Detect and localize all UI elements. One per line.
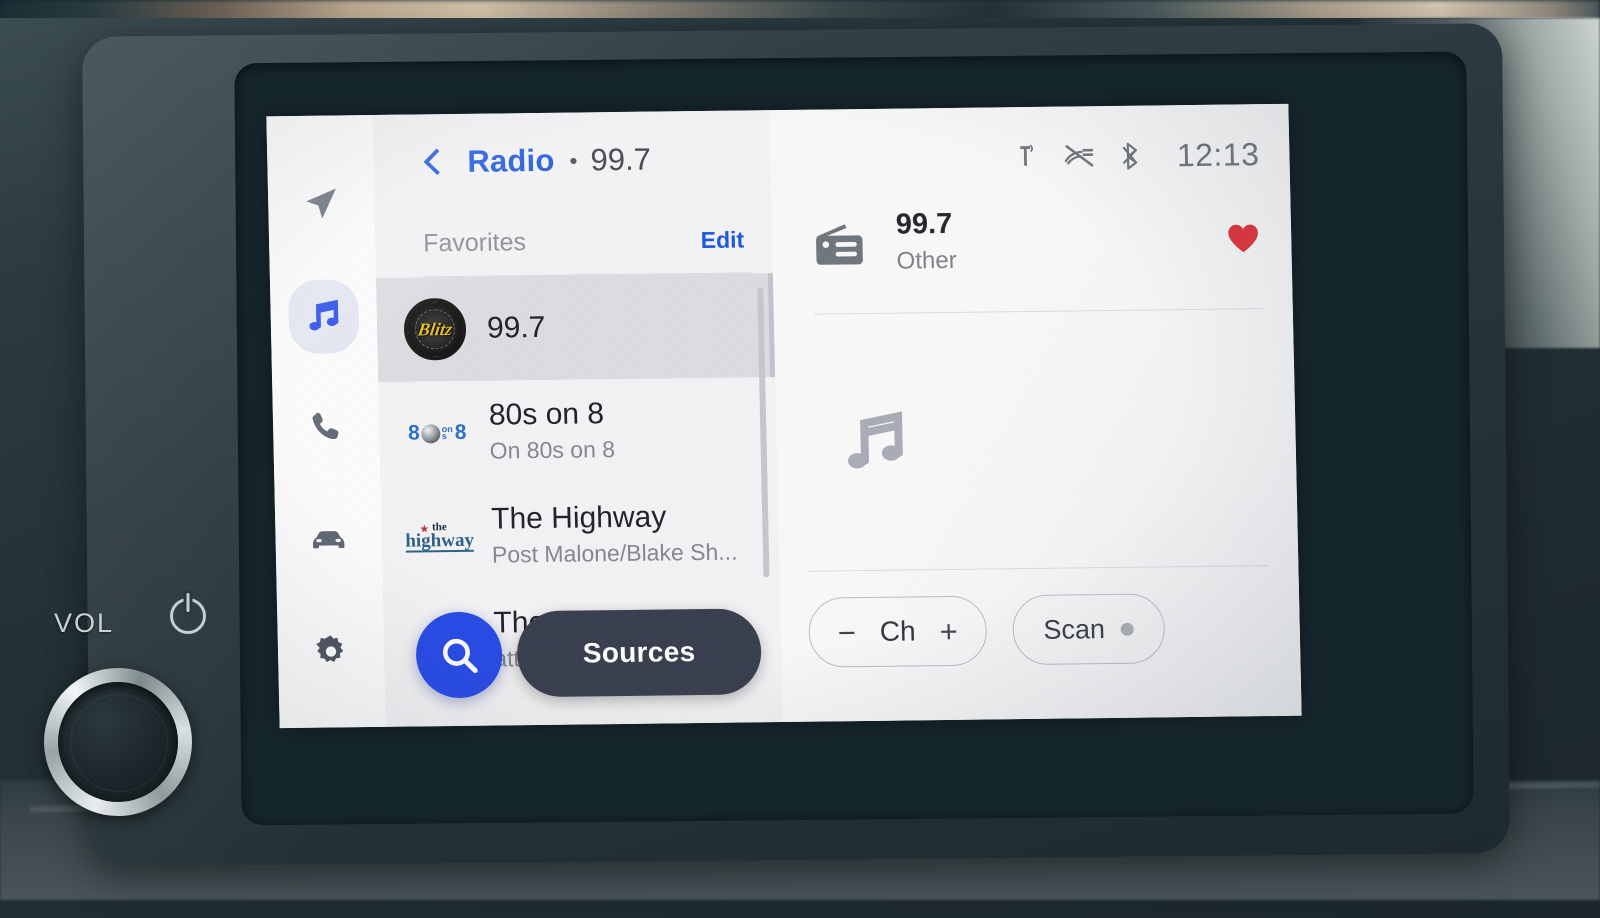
music-note-icon: [302, 294, 345, 337]
edit-favorites-button[interactable]: Edit: [700, 226, 744, 254]
app-rail: [266, 115, 385, 728]
sources-button[interactable]: Sources: [516, 608, 762, 697]
scan-dot: [1121, 622, 1134, 635]
station-logo: Blitz: [400, 295, 469, 364]
list-item-text: 80s on 8 On 80s on 8: [489, 397, 616, 466]
now-playing-text: 99.7 Other: [895, 205, 1199, 277]
list-item[interactable]: 8 on s 8 80s on 8 On 80s on 8: [378, 377, 777, 486]
now-playing-header: 99.7 Other: [771, 190, 1292, 288]
search-icon: [438, 634, 481, 677]
logo-digit-right: 8: [455, 421, 467, 445]
chevron-left-icon[interactable]: [421, 149, 448, 175]
sidebar-item-settings[interactable]: [291, 615, 371, 688]
now-playing-subtitle: Other: [896, 242, 1200, 277]
now-playing-title: 99.7: [895, 205, 1199, 242]
list-item[interactable]: ★ the highway The Highway Post Malone/Bl…: [380, 481, 779, 590]
sidebar-item-vehicle[interactable]: [289, 503, 369, 576]
logo-orb: [421, 424, 440, 443]
channel-label: Ch: [879, 615, 915, 647]
clock: 12:13: [1176, 136, 1259, 174]
page-title: Radio: [467, 143, 555, 180]
title-separator: •: [569, 147, 578, 174]
now-playing-panel: 12:13 99.7 Other: [769, 104, 1301, 722]
list-item-subtitle: Post Malone/Blake Sh...: [492, 537, 738, 570]
panel-header: Radio • 99.7: [372, 110, 771, 211]
list-item-title: 99.7: [487, 311, 546, 346]
list-item-text: The Highway Post Malone/Blake Sh...: [491, 500, 738, 570]
80s-on-8-logo: 8 on s 8: [408, 421, 467, 446]
channel-stepper[interactable]: − Ch +: [808, 596, 988, 668]
list-item[interactable]: Blitz 99.7: [376, 273, 775, 382]
volume-control-cluster[interactable]: VOL: [22, 580, 272, 830]
logo-highway-text: highway: [405, 532, 474, 553]
navigation-arrow-icon: [301, 183, 342, 223]
list-item-title: The Highway: [491, 500, 737, 537]
station-logo: ★ the highway: [405, 503, 474, 572]
player-controls: − Ch + Scan: [779, 566, 1300, 668]
gear-icon: [311, 631, 352, 671]
logo-digit-left: 8: [408, 421, 420, 445]
the-highway-logo: ★ the highway: [405, 521, 474, 552]
sidebar-item-phone[interactable]: [286, 391, 366, 464]
blitz-station-logo: Blitz: [403, 298, 466, 361]
logo-small-text: on s: [442, 426, 453, 441]
car-icon: [306, 517, 351, 562]
sidebar-item-navigation[interactable]: [281, 167, 361, 240]
sources-label: Sources: [582, 636, 695, 669]
vol-label: VOL: [54, 608, 114, 639]
logo-star-icon: ★: [419, 524, 429, 534]
heart-filled-icon[interactable]: [1225, 222, 1262, 254]
bluetooth-icon: [1120, 140, 1143, 172]
blitz-logo-text: Blitz: [416, 319, 453, 340]
channel-up-button[interactable]: +: [939, 615, 958, 646]
scan-label: Scan: [1043, 614, 1105, 646]
volume-knob-face: [58, 682, 178, 802]
logo-small-bottom: s: [442, 433, 453, 441]
infotainment-screen: Radio • 99.7 Favorites Edit Blitz 99: [266, 104, 1301, 728]
photo-background: VOL: [0, 0, 1600, 900]
power-icon[interactable]: [170, 598, 206, 634]
music-note-icon: [834, 401, 916, 482]
favorites-label: Favorites: [423, 228, 526, 258]
header-frequency: 99.7: [590, 142, 651, 179]
station-logo: 8 on s 8: [403, 399, 472, 468]
radio-icon: [812, 217, 871, 270]
artwork-placeholder: [774, 309, 1299, 571]
favorites-header: Favorites Edit: [374, 206, 772, 277]
driver-attention-off-icon: [1063, 141, 1098, 171]
channel-down-button[interactable]: −: [837, 617, 856, 648]
phone-icon: [306, 407, 347, 447]
list-item-text: 99.7: [487, 311, 546, 346]
volume-knob[interactable]: [44, 668, 192, 816]
list-item-subtitle: On 80s on 8: [489, 435, 615, 466]
wireless-charging-icon: [1012, 141, 1039, 173]
sidebar-item-media[interactable]: [284, 279, 364, 352]
status-bar: 12:13: [769, 104, 1290, 196]
scan-button[interactable]: Scan: [1012, 593, 1166, 665]
list-item-title: 80s on 8: [489, 397, 615, 433]
